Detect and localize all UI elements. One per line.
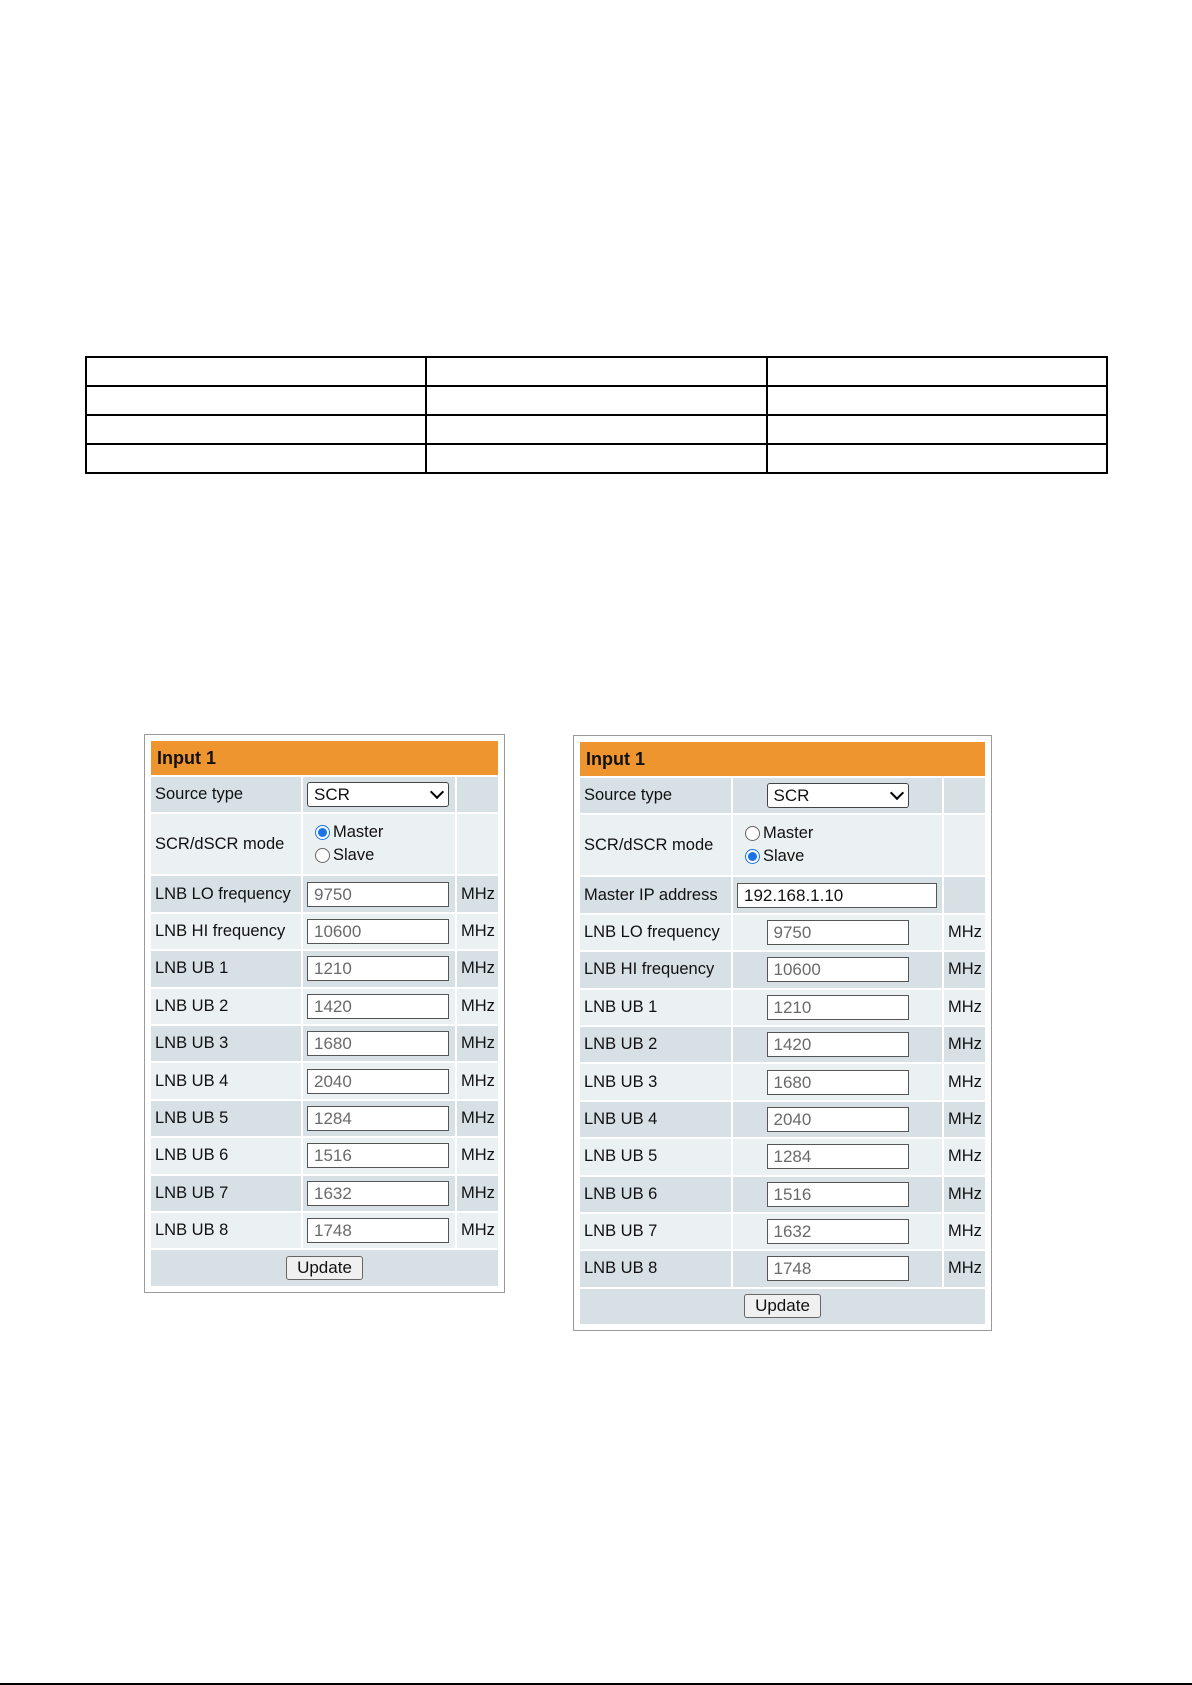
panel-title: Input 1: [580, 742, 985, 776]
source-type-label: Source type: [580, 778, 731, 814]
table-row: LNB UB 1 1210 MHz: [580, 989, 985, 1025]
chevron-down-icon: [889, 786, 904, 801]
empty-table: [84, 356, 1109, 474]
table-row: [84, 414, 1109, 445]
lnb-ub-8-input[interactable]: 1748: [307, 1218, 449, 1244]
lnb-ub-7-input[interactable]: 1632: [307, 1180, 449, 1206]
table-row: LNB LO frequency 9750 MHz: [151, 876, 498, 912]
table-row: LNB UB 3 1680 MHz: [151, 1025, 498, 1062]
master-ip-label: Master IP address: [580, 877, 731, 913]
mode-radio-master[interactable]: Master: [745, 824, 938, 843]
lnb-ub-4-input[interactable]: 2040: [766, 1106, 909, 1132]
input-settings-table: Input 1 Source type SCR SCR/dSCR mode Ma…: [578, 740, 987, 1326]
table-row: LNB UB 7 1632 MHz: [580, 1213, 985, 1250]
lnb-ub-5-input[interactable]: 1284: [766, 1144, 909, 1170]
lnb-ub-1-input[interactable]: 1210: [766, 994, 909, 1020]
panel-title: Input 1: [151, 741, 498, 775]
input-panel-master: Input 1 Source type SCR SCR/dSCR mode Ma…: [144, 734, 505, 1293]
table-row: LNB UB 5 1284 MHz: [151, 1100, 498, 1137]
source-type-label: Source type: [151, 777, 301, 813]
radio-icon: [745, 826, 760, 842]
table-row: LNB HI frequency 10600 MHz: [580, 952, 985, 988]
lnb-ub-2-input[interactable]: 1420: [307, 993, 449, 1019]
table-row: LNB UB 6 1516 MHz: [580, 1176, 985, 1212]
lnb-ub-7-input[interactable]: 1632: [766, 1219, 909, 1245]
lnb-hi-frequency-input[interactable]: 10600: [766, 957, 909, 983]
table-row: LNB UB 8 1748 MHz: [580, 1251, 985, 1287]
update-button[interactable]: Update: [744, 1294, 821, 1319]
mode-radio-slave[interactable]: Slave: [315, 846, 451, 865]
source-type-select[interactable]: SCR: [307, 782, 449, 808]
table-row: [84, 356, 1109, 387]
table-row: LNB UB 5 1284 MHz: [580, 1139, 985, 1175]
table-row: LNB UB 2 1420 MHz: [151, 988, 498, 1024]
lnb-ub-4-input[interactable]: 2040: [307, 1068, 449, 1094]
lnb-ub-8-input[interactable]: 1748: [766, 1256, 909, 1282]
mode-label: SCR/dSCR mode: [580, 815, 731, 876]
lnb-hi-frequency-input[interactable]: 10600: [307, 918, 449, 944]
table-row: LNB UB 1 1210 MHz: [151, 951, 498, 987]
table-row: LNB HI frequency 10600 MHz: [151, 913, 498, 950]
lnb-ub-5-input[interactable]: 1284: [307, 1105, 449, 1131]
master-ip-input[interactable]: 192.168.1.10: [737, 882, 937, 908]
table-row: LNB UB 7 1632 MHz: [151, 1175, 498, 1211]
lnb-ub-6-input[interactable]: 1516: [766, 1181, 909, 1207]
input-panel-slave: Input 1 Source type SCR SCR/dSCR mode Ma…: [573, 735, 992, 1332]
mode-radio-slave[interactable]: Slave: [745, 847, 938, 866]
radio-icon: [315, 825, 330, 841]
table-row: [84, 385, 1109, 416]
table-row: [84, 443, 1109, 474]
chevron-down-icon: [429, 785, 445, 800]
table-row: LNB UB 6 1516 MHz: [151, 1138, 498, 1174]
lnb-ub-2-input[interactable]: 1420: [766, 1032, 909, 1058]
lnb-ub-3-input[interactable]: 1680: [766, 1069, 909, 1095]
table-row: LNB UB 2 1420 MHz: [580, 1026, 985, 1063]
radio-icon: [745, 849, 760, 865]
update-button[interactable]: Update: [286, 1255, 363, 1280]
table-row: LNB LO frequency 9750 MHz: [580, 914, 985, 951]
lnb-lo-frequency-input[interactable]: 9750: [307, 881, 449, 907]
lnb-ub-1-input[interactable]: 1210: [307, 956, 449, 982]
mode-label: SCR/dSCR mode: [151, 814, 301, 875]
lnb-lo-frequency-input[interactable]: 9750: [766, 919, 909, 945]
lnb-ub-3-input[interactable]: 1680: [307, 1031, 449, 1057]
source-type-select[interactable]: SCR: [766, 783, 909, 809]
table-row: LNB UB 8 1748 MHz: [151, 1212, 498, 1249]
table-row: LNB UB 4 2040 MHz: [580, 1101, 985, 1138]
mode-radio-master[interactable]: Master: [315, 823, 451, 842]
table-row: LNB UB 4 2040 MHz: [151, 1063, 498, 1099]
lnb-ub-6-input[interactable]: 1516: [307, 1143, 449, 1169]
table-row: LNB UB 3 1680 MHz: [580, 1064, 985, 1100]
input-settings-table: Input 1 Source type SCR SCR/dSCR mode Ma…: [149, 739, 500, 1288]
radio-icon: [315, 848, 330, 864]
